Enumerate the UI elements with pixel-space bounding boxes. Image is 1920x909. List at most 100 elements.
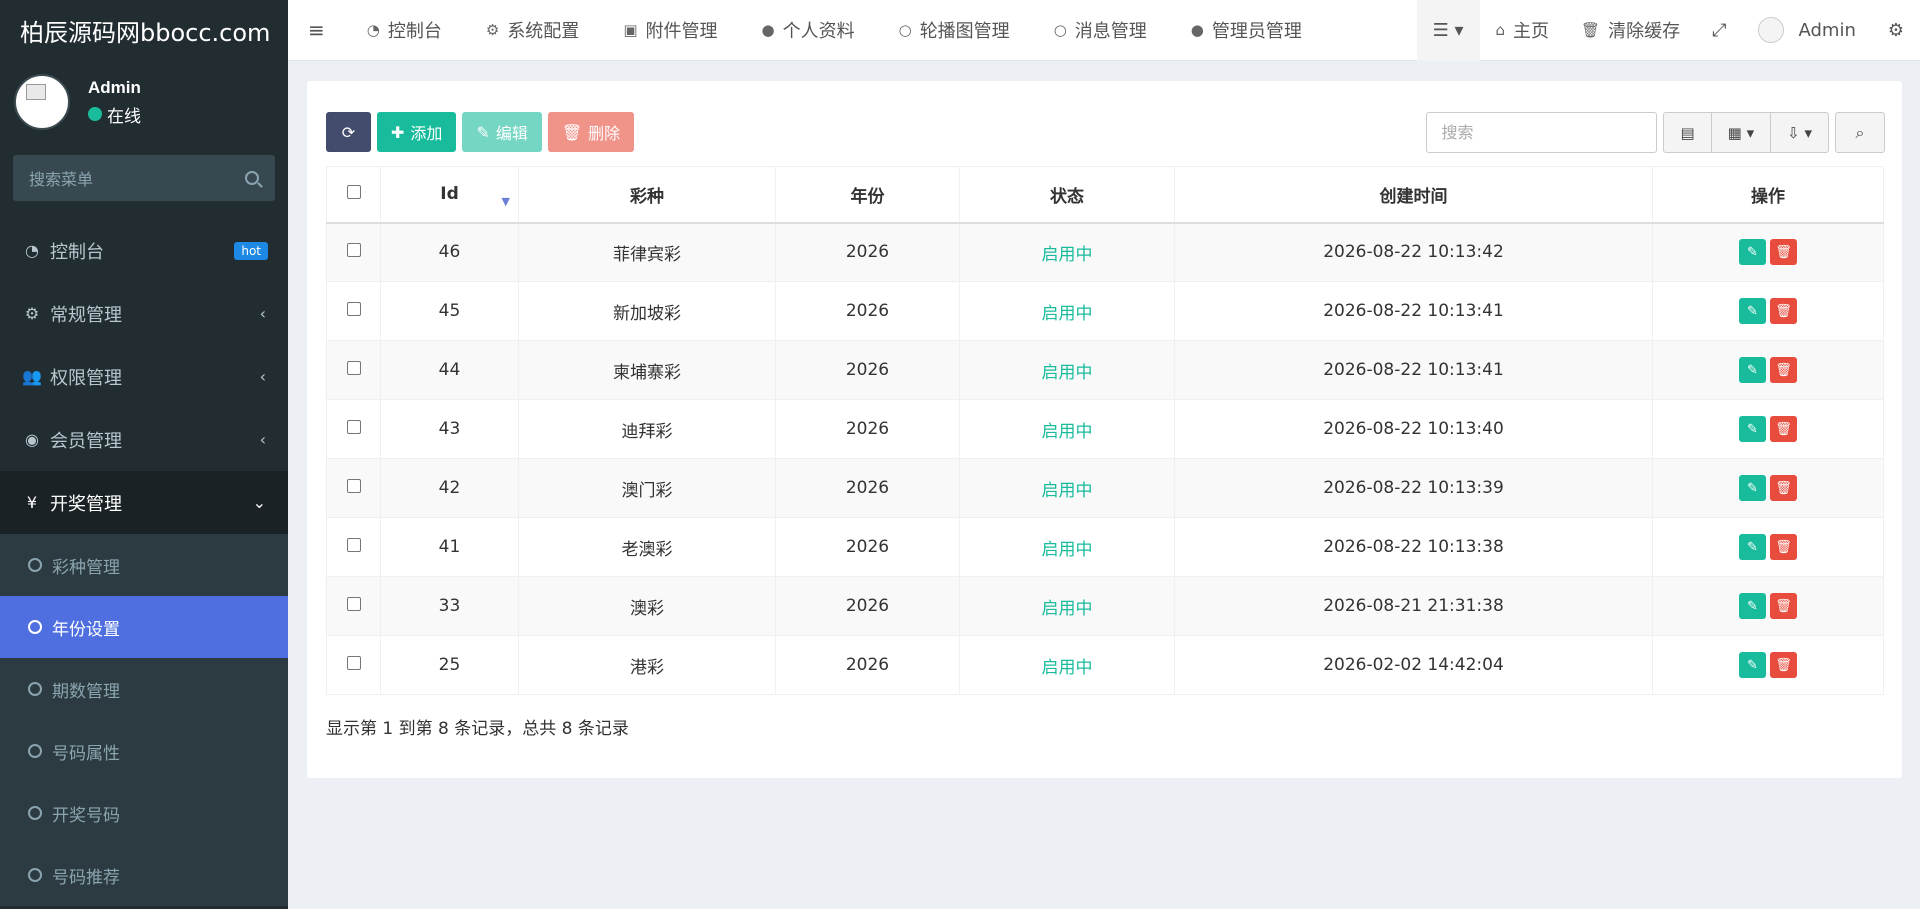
row-delete-button[interactable]: 🗑 <box>1770 239 1797 266</box>
sidebar-subitem-types[interactable]: 彩种管理 <box>0 534 288 596</box>
row-select[interactable] <box>326 222 381 282</box>
circle-icon <box>28 558 42 572</box>
sidebar-item-general[interactable]: ⚙ 常规管理 ‹ <box>0 282 288 345</box>
circle-icon <box>28 806 42 820</box>
row-delete-button[interactable]: 🗑 <box>1770 534 1797 560</box>
nav-system-config[interactable]: ⚙ 系统配置 <box>464 0 601 61</box>
checkbox[interactable] <box>346 420 361 434</box>
menu-toggle-icon[interactable]: ≡ <box>288 0 345 61</box>
row-edit-button[interactable]: ✎ <box>1739 593 1766 619</box>
table-row[interactable]: 42 澳门彩 2026 启用中 2026-08-22 10:13:39 ✎ 🗑 <box>326 458 1884 518</box>
row-delete-button[interactable]: 🗑 <box>1770 652 1797 678</box>
nav-admins[interactable]: ● 管理员管理 <box>1169 0 1324 61</box>
export-dropdown-icon[interactable]: ⇩ ▾ <box>1771 113 1828 152</box>
sidebar-item-lottery[interactable]: ¥ 开奖管理 ⌄ <box>0 471 288 534</box>
nav-clear-cache[interactable]: 🗑 清除缓存 <box>1565 0 1696 61</box>
user-icon: ● <box>761 21 775 39</box>
logo[interactable]: 柏辰源码网bbocc.com <box>0 0 288 61</box>
circle-icon: ○ <box>898 21 912 39</box>
row-edit-button[interactable]: ✎ <box>1739 416 1766 442</box>
sidebar-item-dashboard[interactable]: ◔ 控制台 hot <box>0 219 288 282</box>
select-all-header[interactable] <box>326 166 381 224</box>
checkbox[interactable] <box>346 302 361 316</box>
header-id[interactable]: Id ▼ <box>380 166 519 224</box>
row-select[interactable] <box>326 399 381 459</box>
row-edit-button[interactable]: ✎ <box>1739 239 1766 266</box>
add-button[interactable]: ✚ 添加 <box>377 112 457 152</box>
online-dot-icon <box>88 107 102 121</box>
row-edit-button[interactable]: ✎ <box>1739 475 1766 501</box>
nav-attachments[interactable]: ▣ 附件管理 <box>601 0 739 61</box>
row-edit-button[interactable]: ✎ <box>1739 298 1766 324</box>
row-select[interactable] <box>326 635 381 695</box>
sidebar-item-member[interactable]: ◉ 会员管理 ‹ <box>0 408 288 471</box>
cell-created: 2026-02-02 14:42:04 <box>1174 635 1653 695</box>
chevron-left-icon: ‹ <box>259 367 266 386</box>
checkbox[interactable] <box>346 538 361 552</box>
cell-id: 42 <box>380 458 519 518</box>
trash-icon: 🗑 <box>1775 362 1792 378</box>
row-edit-button[interactable]: ✎ <box>1739 534 1766 560</box>
edit-button[interactable]: ✎ 编辑 <box>462 112 542 152</box>
checkbox[interactable] <box>346 479 361 493</box>
row-select[interactable] <box>326 576 381 636</box>
table-row[interactable]: 44 柬埔寨彩 2026 启用中 2026-08-22 10:13:41 ✎ 🗑 <box>326 340 1884 400</box>
row-edit-button[interactable]: ✎ <box>1739 652 1766 678</box>
table-search-input[interactable] <box>1426 112 1658 153</box>
cell-created: 2026-08-22 10:13:41 <box>1174 340 1653 400</box>
table-row[interactable]: 41 老澳彩 2026 启用中 2026-08-22 10:13:38 ✎ 🗑 <box>326 517 1884 577</box>
list-icon: ☰ ▾ <box>1432 19 1464 41</box>
row-edit-button[interactable]: ✎ <box>1739 357 1766 383</box>
sidebar-search-input[interactable]: 搜索菜单 <box>13 155 275 201</box>
fullscreen-icon[interactable]: ⤢ <box>1696 0 1742 61</box>
refresh-button[interactable]: ⟳ <box>326 112 371 152</box>
row-delete-button[interactable]: 🗑 <box>1770 475 1797 501</box>
sidebar-subitem-numbers[interactable]: 开奖号码 <box>0 782 288 844</box>
sidebar-subitem-periods[interactable]: 期数管理 <box>0 658 288 720</box>
cell-id: 25 <box>380 635 519 695</box>
search-button[interactable]: ⌕ <box>1835 112 1885 153</box>
table-row[interactable]: 45 新加坡彩 2026 启用中 2026-08-22 10:13:41 ✎ 🗑 <box>326 281 1884 341</box>
row-select[interactable] <box>326 281 381 341</box>
nav-home[interactable]: ⌂ 主页 <box>1480 0 1566 61</box>
nav-stack-dropdown[interactable]: ☰ ▾ <box>1416 0 1480 61</box>
cell-type: 老澳彩 <box>518 517 776 577</box>
row-delete-button[interactable]: 🗑 <box>1770 416 1797 442</box>
row-select[interactable] <box>326 458 381 518</box>
checkbox[interactable] <box>346 361 361 375</box>
row-delete-button[interactable]: 🗑 <box>1770 593 1797 619</box>
cogs-icon[interactable]: ⚙ <box>1872 0 1920 61</box>
table-row[interactable]: 33 澳彩 2026 启用中 2026-08-21 21:31:38 ✎ 🗑 <box>326 576 1884 636</box>
nav-messages[interactable]: ○ 消息管理 <box>1032 0 1169 61</box>
table-row[interactable]: 46 菲律宾彩 2026 启用中 2026-08-22 10:13:42 ✎ 🗑 <box>326 222 1884 282</box>
home-icon: ⌂ <box>1495 21 1506 39</box>
row-delete-button[interactable]: 🗑 <box>1770 298 1797 324</box>
cell-id: 44 <box>380 340 519 400</box>
table-row[interactable]: 43 迪拜彩 2026 启用中 2026-08-22 10:13:40 ✎ 🗑 <box>326 399 1884 459</box>
row-select[interactable] <box>326 517 381 577</box>
sidebar-subitem-attributes[interactable]: 号码属性 <box>0 720 288 782</box>
avatar <box>1758 17 1785 43</box>
toggle-view-icon[interactable]: ▤ <box>1664 113 1712 152</box>
trash-icon: 🗑 <box>1775 480 1792 496</box>
table-row[interactable]: 25 港彩 2026 启用中 2026-02-02 14:42:04 ✎ 🗑 <box>326 635 1884 695</box>
checkbox[interactable] <box>346 597 361 611</box>
row-select[interactable] <box>326 340 381 400</box>
delete-button[interactable]: 🗑 删除 <box>547 112 635 152</box>
plus-icon: ✚ <box>391 122 405 142</box>
status-badge: 启用中 <box>959 635 1175 695</box>
checkbox[interactable] <box>346 243 361 258</box>
nav-dashboard[interactable]: ◔ 控制台 <box>345 0 464 61</box>
nav-admin[interactable]: Admin <box>1742 0 1871 61</box>
sidebar-subitem-year[interactable]: 年份设置 <box>0 596 288 658</box>
checkbox[interactable] <box>346 656 361 670</box>
sidebar-subitem-recommend[interactable]: 号码推荐 <box>0 844 288 906</box>
header-year: 年份 <box>775 166 960 224</box>
row-delete-button[interactable]: 🗑 <box>1770 357 1797 383</box>
columns-dropdown-icon[interactable]: ▦ ▾ <box>1712 113 1772 152</box>
checkbox[interactable] <box>346 185 361 200</box>
nav-carousel[interactable]: ○ 轮播图管理 <box>877 0 1032 61</box>
cell-type: 柬埔寨彩 <box>518 340 776 400</box>
nav-profile[interactable]: ● 个人资料 <box>740 0 877 61</box>
sidebar-item-auth[interactable]: 👥 权限管理 ‹ <box>0 345 288 408</box>
